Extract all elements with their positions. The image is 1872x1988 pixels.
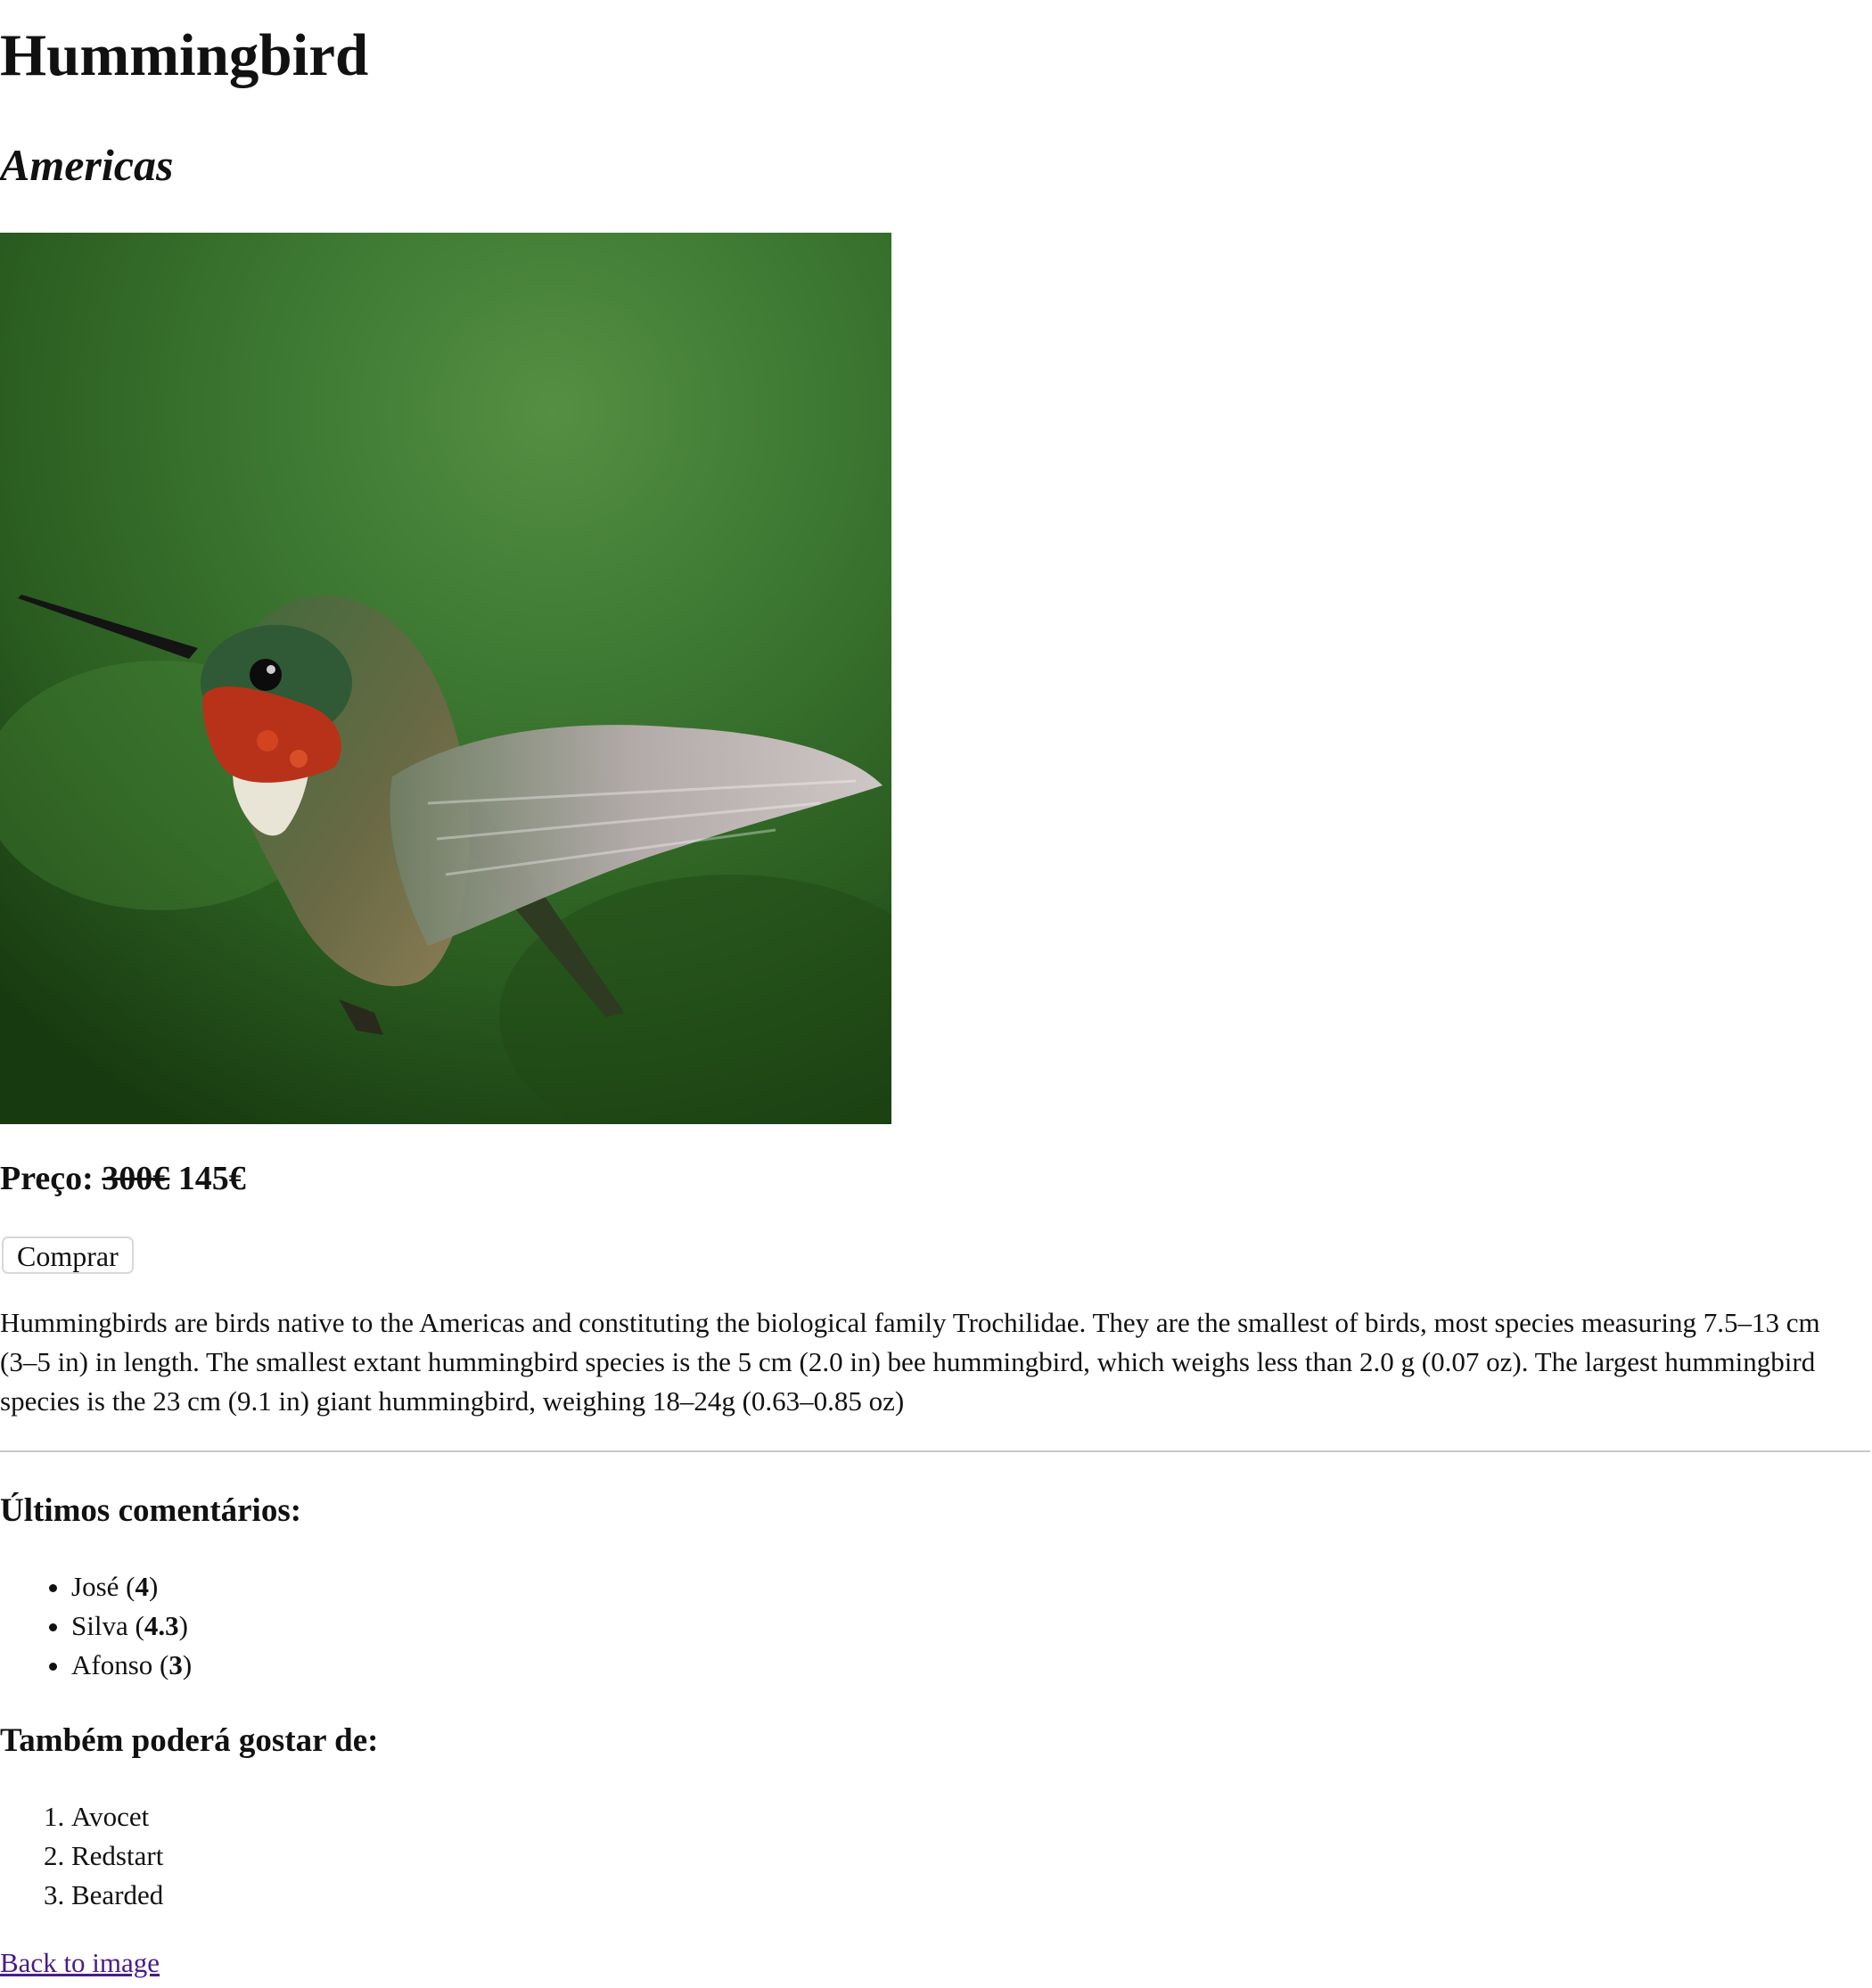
suggestions-heading: Também poderá gostar de: <box>0 1722 379 1759</box>
comment-rating: 4 <box>135 1571 149 1602</box>
current-price: 145€ <box>177 1160 246 1197</box>
back-to-image-link[interactable]: Back to image <box>0 1943 160 1983</box>
page-subtitle: Americas <box>0 140 174 190</box>
comment-author: José <box>71 1571 119 1602</box>
page-title: Hummingbird <box>0 22 369 88</box>
old-price: 300€ <box>102 1160 170 1197</box>
comment-author: Afonso <box>71 1649 153 1680</box>
list-item: José (4) <box>71 1567 192 1606</box>
description-text: Hummingbirds are birds native to the Ame… <box>0 1307 1820 1417</box>
comment-rating: 3 <box>168 1649 183 1680</box>
divider <box>0 1450 1870 1452</box>
buy-button[interactable]: Comprar <box>2 1236 134 1274</box>
list-item: Silva (4.3) <box>71 1606 192 1646</box>
comments-list: José (4) Silva (4.3) Afonso (3) <box>0 1567 192 1685</box>
comments-heading: Últimos comentários: <box>0 1492 302 1529</box>
list-item: Bearded <box>71 1876 163 1915</box>
price-line: Preço: 300€ 145€ <box>0 1154 246 1203</box>
price-label: Preço: <box>0 1160 94 1197</box>
list-item: Redstart <box>71 1836 163 1876</box>
hummingbird-image <box>0 233 891 1124</box>
suggestions-list: Avocet Redstart Bearded <box>0 1797 163 1915</box>
list-item: Avocet <box>71 1797 163 1836</box>
list-item: Afonso (3) <box>71 1646 192 1685</box>
comment-author: Silva <box>71 1610 128 1641</box>
comment-rating: 4.3 <box>144 1610 179 1641</box>
